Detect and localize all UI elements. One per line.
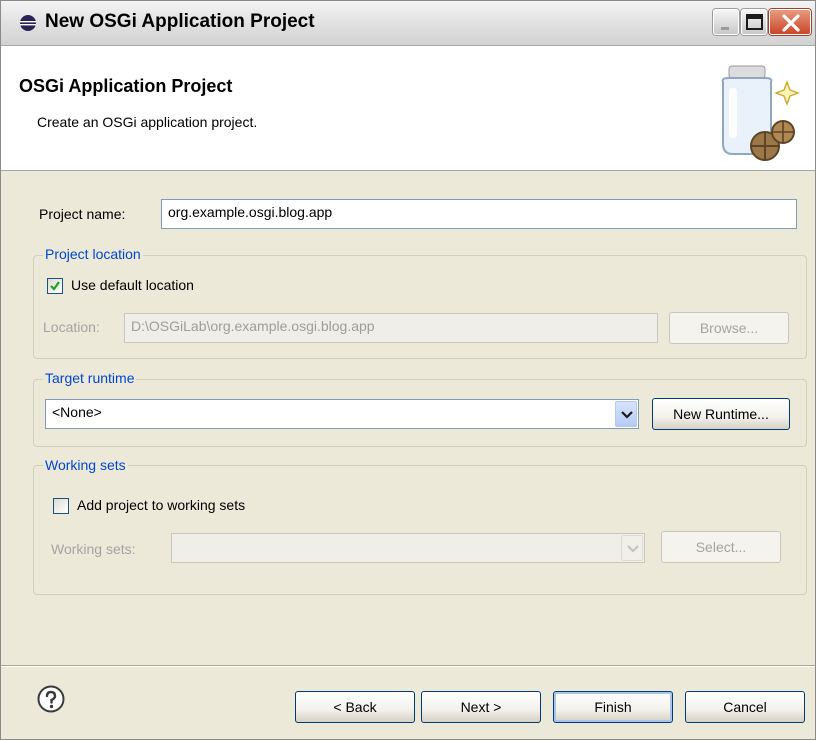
jar-icon xyxy=(721,65,800,161)
working-sets-dropdown-button[interactable] xyxy=(621,535,643,561)
minimize-button[interactable] xyxy=(713,9,739,35)
chevron-down-icon xyxy=(621,411,633,419)
select-button[interactable]: Select... xyxy=(661,531,781,563)
checkmark-icon xyxy=(50,281,60,291)
project-name-input[interactable]: org.example.osgi.blog.app xyxy=(161,199,797,229)
project-name-label: Project name: xyxy=(39,206,126,222)
project-location-group-title: Project location xyxy=(43,246,143,262)
target-runtime-selected: <None> xyxy=(52,404,102,420)
help-icon[interactable] xyxy=(37,685,65,713)
maximize-button[interactable] xyxy=(741,9,767,35)
cancel-button[interactable]: Cancel xyxy=(685,691,805,723)
working-sets-label: Working sets: xyxy=(51,541,136,557)
working-sets-group xyxy=(33,465,807,595)
wizard-dialog: New OSGi Application Project OSGi Applic… xyxy=(0,0,816,740)
page-description: Create an OSGi application project. xyxy=(37,114,258,130)
footer-separator xyxy=(1,665,815,667)
new-runtime-button[interactable]: New Runtime... xyxy=(652,398,790,430)
browse-button[interactable]: Browse... xyxy=(669,312,789,344)
location-label: Location: xyxy=(43,319,100,335)
use-default-location-checkbox[interactable] xyxy=(47,278,63,294)
close-icon xyxy=(782,14,800,32)
page-title: OSGi Application Project xyxy=(19,76,233,96)
close-button[interactable] xyxy=(769,9,811,35)
eclipse-icon xyxy=(20,15,36,31)
working-sets-group-title: Working sets xyxy=(43,457,128,473)
next-button[interactable]: Next > xyxy=(421,691,541,723)
add-to-working-sets-label: Add project to working sets xyxy=(77,497,246,513)
target-runtime-dropdown-button[interactable] xyxy=(615,401,637,427)
use-default-location-label: Use default location xyxy=(71,277,194,293)
add-to-working-sets-checkbox[interactable] xyxy=(53,498,69,514)
minimize-icon xyxy=(721,27,729,30)
wizard-banner: OSGi Application Project Create an OSGi … xyxy=(1,46,815,171)
chevron-down-icon xyxy=(627,545,639,553)
window-title: New OSGi Application Project xyxy=(45,11,315,32)
finish-button[interactable]: Finish xyxy=(553,691,673,723)
working-sets-combo[interactable] xyxy=(171,533,645,563)
target-runtime-combo[interactable]: <None> xyxy=(45,399,639,429)
maximize-icon xyxy=(746,14,763,30)
back-button[interactable]: < Back xyxy=(295,691,415,723)
target-runtime-group-title: Target runtime xyxy=(43,370,137,386)
title-bar[interactable]: New OSGi Application Project xyxy=(1,1,815,46)
location-input[interactable]: D:\OSGiLab\org.example.osgi.blog.app xyxy=(124,313,658,343)
